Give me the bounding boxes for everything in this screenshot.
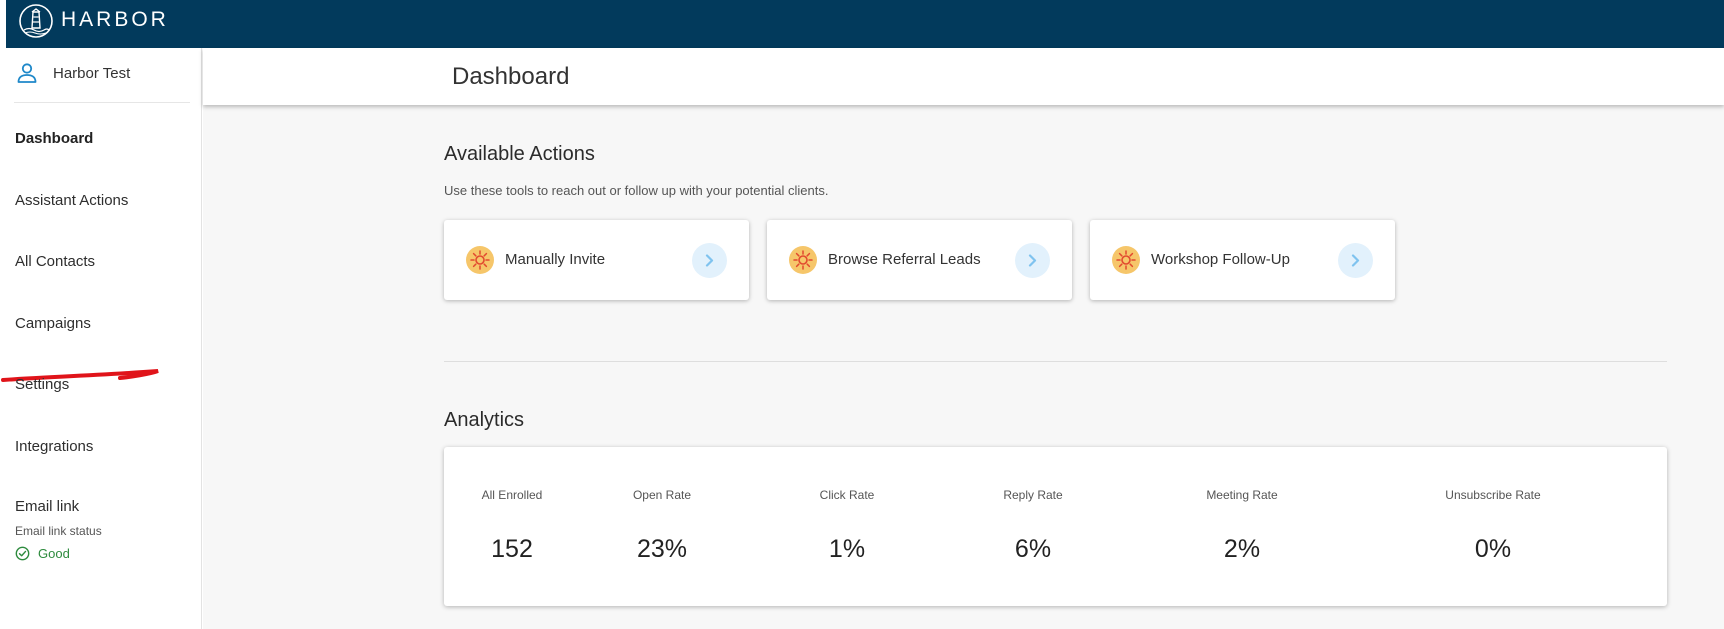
- metric-value: 23%: [636, 535, 688, 563]
- action-arrow-button[interactable]: [1015, 243, 1050, 278]
- chevron-right-icon: [1028, 254, 1037, 267]
- metric-label: Unsubscribe Rate: [1445, 488, 1541, 502]
- metric-value: 6%: [1014, 535, 1052, 563]
- lighthouse-logo-icon[interactable]: [18, 3, 54, 39]
- user-icon: [17, 63, 37, 83]
- available-actions-subtitle: Use these tools to reach out or follow u…: [444, 183, 829, 198]
- action-card-workshop-follow-up[interactable]: Workshop Follow-Up: [1090, 220, 1395, 300]
- chevron-right-icon: [1351, 254, 1360, 267]
- sidebar-divider: [14, 102, 190, 103]
- metric-label: Open Rate: [632, 488, 692, 502]
- action-card-browse-referral-leads[interactable]: Browse Referral Leads: [767, 220, 1072, 300]
- action-arrow-button[interactable]: [1338, 243, 1373, 278]
- metric-label: All Enrolled: [481, 488, 543, 502]
- email-link-status: Good: [15, 546, 70, 561]
- check-circle-icon: [15, 546, 30, 561]
- analytics-title: Analytics: [444, 409, 525, 431]
- sidebar-item-all-contacts[interactable]: All Contacts: [15, 252, 95, 272]
- metric-label: Click Rate: [819, 488, 875, 502]
- page-header: Dashboard: [203, 48, 1724, 105]
- metric-value: 0%: [1474, 535, 1512, 563]
- sidebar-item-integrations[interactable]: Integrations: [15, 437, 93, 457]
- email-link-status-text: Good: [38, 546, 70, 561]
- main-content: Dashboard Available Actions Use these to…: [203, 48, 1724, 629]
- metric-label: Meeting Rate: [1206, 488, 1278, 502]
- section-divider: [444, 361, 1667, 362]
- top-bar: HARBOR: [6, 0, 1724, 48]
- action-arrow-button[interactable]: [692, 243, 727, 278]
- sidebar-item-dashboard[interactable]: Dashboard: [15, 129, 93, 149]
- user-profile[interactable]: Harbor Test: [15, 60, 130, 86]
- sidebar-item-campaigns[interactable]: Campaigns: [15, 314, 91, 334]
- page-title: Dashboard: [452, 63, 570, 90]
- sidebar: Harbor Test Dashboard Assistant Actions …: [0, 48, 202, 629]
- sun-icon: [466, 246, 494, 274]
- available-actions-title: Available Actions: [444, 143, 595, 165]
- metric-value: 1%: [828, 535, 866, 563]
- metric-value: 152: [491, 535, 533, 563]
- email-link-status-label: Email link status: [15, 524, 102, 538]
- sun-icon: [789, 246, 817, 274]
- metric-value: 2%: [1223, 535, 1261, 563]
- brand-name[interactable]: HARBOR: [61, 8, 169, 32]
- user-name: Harbor Test: [53, 64, 131, 82]
- action-card-manually-invite[interactable]: Manually Invite: [444, 220, 749, 300]
- sidebar-item-email-link[interactable]: Email link: [15, 497, 79, 517]
- sidebar-item-assistant-actions[interactable]: Assistant Actions: [15, 191, 128, 211]
- chevron-right-icon: [705, 254, 714, 267]
- action-card-label: Browse Referral Leads: [828, 251, 981, 268]
- metric-label: Reply Rate: [1003, 488, 1063, 502]
- action-card-label: Workshop Follow-Up: [1151, 251, 1290, 268]
- analytics-card: All Enrolled 152 Open Rate 23% Click Rat…: [444, 447, 1667, 606]
- sidebar-item-settings[interactable]: Settings: [15, 375, 69, 395]
- action-card-label: Manually Invite: [505, 251, 606, 268]
- sun-icon: [1112, 246, 1140, 274]
